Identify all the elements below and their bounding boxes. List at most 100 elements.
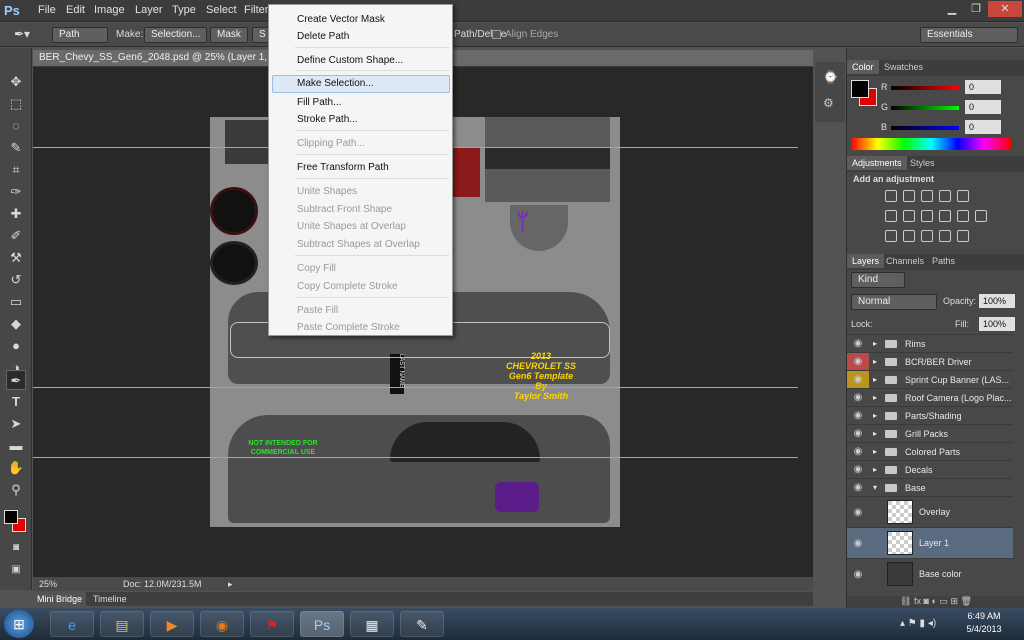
photoshop-taskbar-icon[interactable]: Ps bbox=[300, 611, 344, 637]
visibility-eye-icon[interactable]: ◉ bbox=[847, 335, 869, 353]
expand-arrow-icon[interactable]: ▸ bbox=[873, 407, 877, 425]
align-edges-checkbox[interactable] bbox=[492, 30, 501, 39]
color-balance-icon[interactable] bbox=[903, 210, 915, 222]
layer-row[interactable]: ◉ Base color bbox=[847, 558, 1013, 589]
blue-slider[interactable] bbox=[891, 126, 959, 130]
menu-item-make-selection[interactable]: Make Selection... bbox=[297, 75, 374, 93]
eraser-tool-icon[interactable]: ▭ bbox=[6, 292, 26, 312]
brightness-icon[interactable] bbox=[885, 190, 897, 202]
visibility-eye-icon[interactable]: ◉ bbox=[847, 353, 869, 371]
color-lookup-icon[interactable] bbox=[975, 210, 987, 222]
file-explorer-icon[interactable]: ▤ bbox=[100, 611, 144, 637]
visibility-eye-icon[interactable]: ◉ bbox=[847, 461, 869, 479]
tab-mini-bridge[interactable]: Mini Bridge bbox=[33, 592, 87, 606]
color-spectrum[interactable] bbox=[851, 138, 1011, 150]
menu-item-fill-path[interactable]: Fill Path... bbox=[297, 94, 341, 112]
status-arrow-icon[interactable]: ▸ bbox=[228, 577, 233, 591]
menu-filter[interactable]: Filter bbox=[244, 4, 268, 16]
fill-value[interactable]: 100% bbox=[979, 317, 1015, 331]
curves-icon[interactable] bbox=[921, 190, 933, 202]
layer-row[interactable]: ◉ ▸ Decals bbox=[847, 460, 1013, 478]
layer-row[interactable]: ◉ ▸ Grill Packs bbox=[847, 424, 1013, 442]
media-player-icon[interactable]: ▶ bbox=[150, 611, 194, 637]
hand-tool-icon[interactable]: ✋ bbox=[6, 458, 26, 478]
visibility-eye-icon[interactable]: ◉ bbox=[847, 371, 869, 389]
tab-channels[interactable]: Channels bbox=[881, 254, 929, 268]
minimize-button[interactable]: ▁ bbox=[940, 1, 964, 17]
menu-item-delete-path[interactable]: Delete Path bbox=[297, 28, 349, 46]
screen-mode-icon[interactable]: ▣ bbox=[6, 560, 26, 580]
expand-arrow-icon[interactable]: ▸ bbox=[873, 443, 877, 461]
expand-arrow-icon[interactable]: ▸ bbox=[873, 461, 877, 479]
threshold-icon[interactable] bbox=[921, 230, 933, 242]
tab-timeline[interactable]: Timeline bbox=[93, 592, 127, 606]
red-slider[interactable] bbox=[891, 86, 959, 90]
expand-arrow-icon[interactable]: ▸ bbox=[873, 353, 877, 371]
menu-item-define-custom-shape[interactable]: Define Custom Shape... bbox=[297, 52, 403, 70]
layer-row[interactable]: ◉ Overlay bbox=[847, 496, 1013, 527]
opacity-value[interactable]: 100% bbox=[979, 294, 1015, 308]
history-brush-tool-icon[interactable]: ↺ bbox=[6, 270, 26, 290]
posterize-icon[interactable] bbox=[903, 230, 915, 242]
menu-layer[interactable]: Layer bbox=[135, 4, 163, 16]
paint-bucket-tool-icon[interactable]: ◆ bbox=[6, 314, 26, 334]
layer-row[interactable]: ◉ ▸ Sprint Cup Banner (LAS... bbox=[847, 370, 1013, 389]
layer-row[interactable]: ◉ ▸ BCR/BER Driver bbox=[847, 352, 1013, 371]
new-layer-icon[interactable]: ⊞ bbox=[950, 596, 958, 606]
visibility-eye-icon[interactable]: ◉ bbox=[847, 497, 869, 528]
visibility-eye-icon[interactable]: ◉ bbox=[847, 528, 869, 559]
internet-explorer-icon[interactable]: e bbox=[50, 611, 94, 637]
visibility-eye-icon[interactable]: ◉ bbox=[847, 389, 869, 407]
layer-row[interactable]: ◉ ▸ Colored Parts bbox=[847, 442, 1013, 460]
expand-arrow-icon[interactable]: ▾ bbox=[873, 479, 877, 497]
maximize-button[interactable]: ❐ bbox=[964, 1, 988, 17]
selective-color-icon[interactable] bbox=[957, 230, 969, 242]
green-slider[interactable] bbox=[891, 106, 959, 110]
layer-row[interactable]: ◉ ▾ Base bbox=[847, 478, 1013, 496]
path-mode-select[interactable]: Path bbox=[52, 27, 108, 43]
menu-image[interactable]: Image bbox=[94, 4, 125, 16]
menu-item-stroke-path[interactable]: Stroke Path... bbox=[297, 111, 358, 129]
workspace-select[interactable]: Essentials bbox=[920, 27, 1018, 43]
crop-tool-icon[interactable]: ⌗ bbox=[6, 160, 26, 180]
guide-line[interactable] bbox=[33, 387, 798, 388]
clock-time[interactable]: 6:49 AM bbox=[962, 611, 1006, 621]
close-button[interactable]: ✕ bbox=[988, 1, 1022, 17]
tab-styles[interactable]: Styles bbox=[905, 156, 940, 170]
shape-tool-icon[interactable]: ▬ bbox=[6, 436, 26, 456]
type-tool-icon[interactable]: T bbox=[6, 392, 26, 412]
healing-tool-icon[interactable]: ✚ bbox=[6, 204, 26, 224]
link-layers-icon[interactable]: ⛓ bbox=[900, 596, 911, 606]
menu-item-free-transform-path[interactable]: Free Transform Path bbox=[297, 159, 389, 177]
blue-value[interactable]: 0 bbox=[965, 120, 1001, 134]
menu-edit[interactable]: Edit bbox=[66, 4, 85, 16]
eyedropper-tool-icon[interactable]: ✑ bbox=[6, 182, 26, 202]
path-selection-tool-icon[interactable]: ➤ bbox=[6, 414, 26, 434]
firefox-icon[interactable]: ◉ bbox=[200, 611, 244, 637]
trash-icon[interactable]: 🗑 bbox=[961, 596, 972, 606]
system-tray-icons[interactable]: ▴ ⚑ ▮ ◂) bbox=[900, 618, 936, 629]
move-tool-icon[interactable]: ✥ bbox=[6, 72, 26, 92]
pen-tool-preset-icon[interactable]: ✒▾ bbox=[14, 27, 30, 41]
blend-mode-select[interactable]: Normal bbox=[851, 294, 937, 310]
zoom-tool-icon[interactable]: ⚲ bbox=[6, 480, 26, 500]
expand-arrow-icon[interactable]: ▸ bbox=[873, 389, 877, 407]
tab-swatches[interactable]: Swatches bbox=[879, 60, 928, 74]
start-button-icon[interactable]: ⊞ bbox=[4, 610, 34, 638]
foreground-color-swatch[interactable] bbox=[4, 510, 18, 524]
quick-select-tool-icon[interactable]: ✎ bbox=[6, 138, 26, 158]
expand-arrow-icon[interactable]: ▸ bbox=[873, 425, 877, 443]
vibrance-icon[interactable] bbox=[957, 190, 969, 202]
layer-row[interactable]: ◉ Layer 1 bbox=[847, 527, 1013, 558]
channel-mixer-icon[interactable] bbox=[957, 210, 969, 222]
properties-icon[interactable]: ⚙ bbox=[823, 96, 834, 110]
fx-icon[interactable]: fx bbox=[914, 596, 921, 606]
zoom-level[interactable]: 25% bbox=[39, 577, 57, 591]
clock-date[interactable]: 5/4/2013 bbox=[962, 624, 1006, 634]
history-icon[interactable]: ⌚ bbox=[823, 70, 838, 84]
menu-item-create-vector-mask[interactable]: Create Vector Mask bbox=[297, 11, 385, 29]
brush-tool-icon[interactable]: ✐ bbox=[6, 226, 26, 246]
visibility-eye-icon[interactable]: ◉ bbox=[847, 559, 869, 590]
tab-adjustments[interactable]: Adjustments bbox=[847, 156, 907, 170]
tab-paths[interactable]: Paths bbox=[927, 254, 960, 268]
